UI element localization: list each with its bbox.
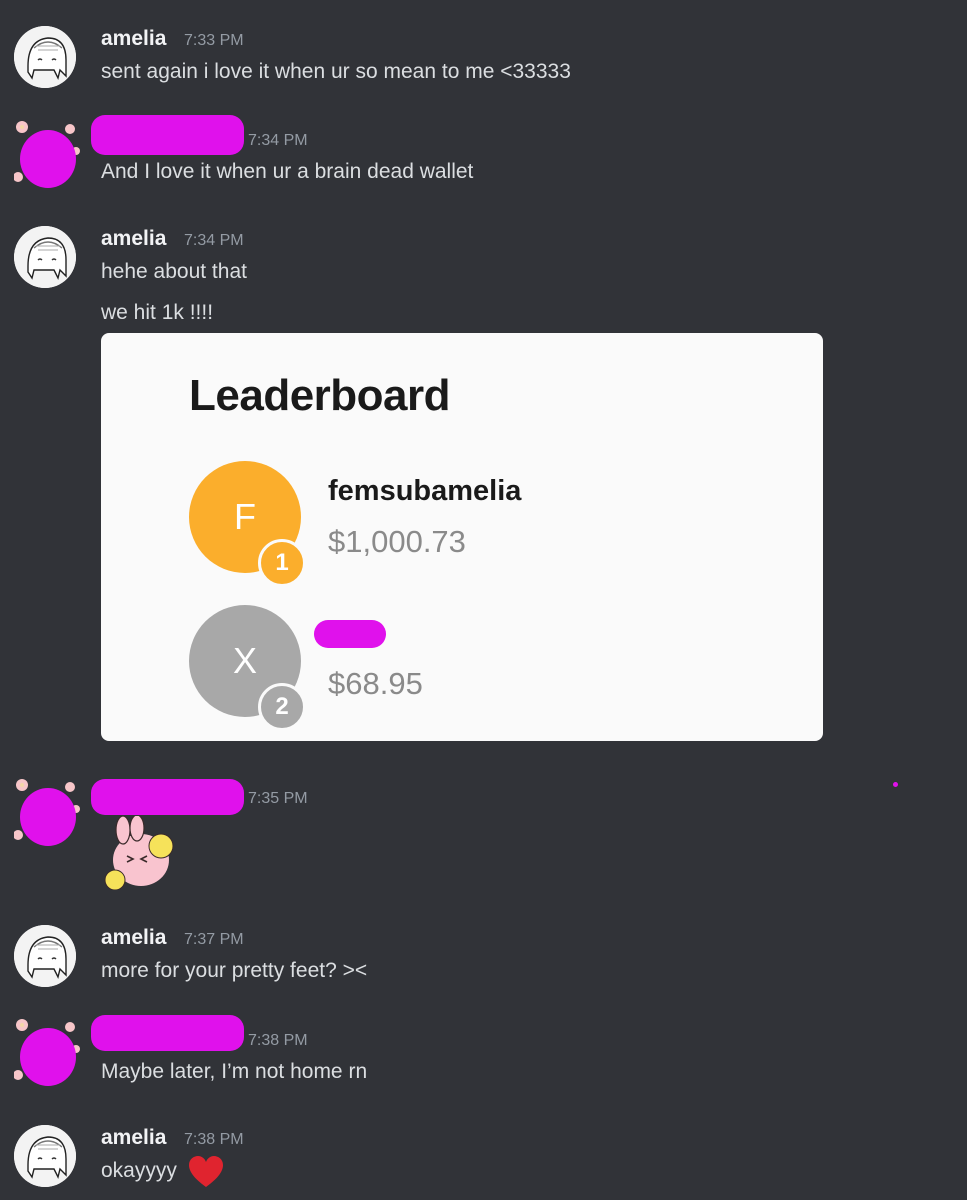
leaderboard-title: Leaderboard — [189, 371, 451, 420]
timestamp: 7:38 PM — [248, 1032, 308, 1049]
avatar[interactable] — [14, 1125, 76, 1187]
message-text: Maybe later, I’m not home rn — [101, 1060, 368, 1083]
rank-badge: 1 — [258, 539, 306, 587]
avatar[interactable] — [14, 226, 76, 288]
redacted-username — [91, 779, 244, 815]
avatar-initial: F — [234, 496, 256, 537]
message-text: more for your pretty feet? >< — [101, 959, 368, 982]
redacted-username — [91, 115, 244, 155]
anime-avatar-icon — [14, 1125, 76, 1187]
author-name[interactable]: amelia — [101, 926, 166, 950]
leaderboard-amount: $68.95 — [328, 666, 423, 701]
message-text: hehe about that — [101, 260, 247, 283]
message-text: okayyyy — [101, 1159, 177, 1182]
timestamp: 7:33 PM — [184, 32, 244, 49]
redacted-leaderboard-name — [314, 620, 386, 648]
decorative-dot — [893, 782, 898, 787]
author-name[interactable]: amelia — [101, 1126, 166, 1150]
avatar[interactable] — [13, 779, 80, 846]
anime-avatar-icon — [14, 226, 76, 288]
leaderboard-image-attachment[interactable]: Leaderboard F 1 femsubamelia $1,000.73 X… — [101, 333, 823, 741]
avatar-initial: X — [232, 640, 257, 681]
avatar[interactable] — [13, 121, 80, 188]
author-name[interactable]: amelia — [101, 227, 166, 251]
flower-frame-avatar-icon — [13, 779, 80, 846]
avatar[interactable] — [14, 26, 76, 88]
leaderboard-amount: $1,000.73 — [328, 524, 466, 559]
timestamp: 7:38 PM — [184, 1131, 244, 1148]
message-text: we hit 1k !!!! — [101, 301, 214, 324]
flower-frame-avatar-icon — [13, 121, 80, 188]
timestamp: 7:37 PM — [184, 931, 244, 948]
flower-frame-avatar-icon — [13, 1019, 80, 1086]
rank-badge: 2 — [258, 683, 306, 731]
message-text: sent again i love it when ur so mean to … — [101, 60, 571, 83]
redacted-username — [91, 1015, 244, 1051]
leaderboard-name: femsubamelia — [328, 475, 522, 507]
anime-avatar-icon — [14, 925, 76, 987]
timestamp: 7:34 PM — [248, 132, 308, 149]
anime-avatar-icon — [14, 26, 76, 88]
timestamp: 7:34 PM — [184, 232, 244, 249]
heart-icon[interactable] — [188, 1155, 224, 1189]
author-name[interactable]: amelia — [101, 27, 166, 51]
timestamp: 7:35 PM — [248, 790, 308, 807]
avatar[interactable] — [13, 1019, 80, 1086]
avatar[interactable] — [14, 925, 76, 987]
message-text: And I love it when ur a brain dead walle… — [101, 160, 474, 183]
bunny-sticker-icon[interactable] — [101, 816, 177, 890]
rank-number: 2 — [275, 693, 289, 720]
rank-number: 1 — [275, 549, 289, 576]
